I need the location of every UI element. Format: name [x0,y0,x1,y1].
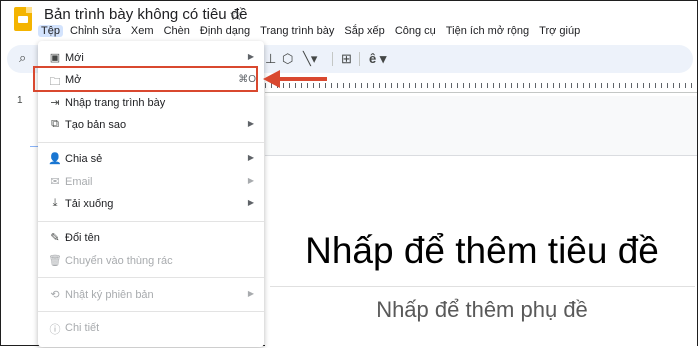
menu-view[interactable]: Xem [128,25,157,37]
menu-item-details[interactable]: ⓘ Chi tiết [38,318,264,338]
menu-edit[interactable]: Chỉnh sửa [67,25,124,37]
comment-icon[interactable]: ⊞ [341,51,352,67]
rename-icon: ✎ [50,232,60,244]
slide-subtitle-placeholder[interactable]: Nhấp để thêm phụ đề [267,297,697,323]
shape-icon[interactable]: ⬡ [282,51,293,67]
menu-file[interactable]: Tệp [38,25,63,37]
menu-item-new[interactable]: ▣ Mới ▶ [38,48,264,68]
ruler-baseline [265,92,697,93]
menu-item-make-copy[interactable]: ⧉ Tạo bản sao ▶ [38,115,264,135]
menu-insert[interactable]: Chèn [161,25,193,37]
slides-logo-icon[interactable] [14,7,32,31]
submenu-arrow-icon: ▶ [247,153,254,162]
menu-item-label: Chi tiết [65,322,100,334]
menu-item-label: Nhật ký phiên bản [65,289,154,301]
submenu-arrow-icon: ▶ [247,119,254,128]
menu-tools[interactable]: Công cụ [392,25,439,37]
menu-item-download[interactable]: ⤓ Tải xuống ▶ [38,194,264,214]
trash-icon: 🗑 [48,255,62,267]
menu-arrange[interactable]: Sắp xếp [341,25,387,37]
menu-format[interactable]: Định dạng [197,25,253,37]
menu-item-move-to-trash[interactable]: 🗑 Chuyển vào thùng rác [38,251,264,271]
line-icon[interactable]: ╲▾ [303,51,317,67]
search-icon[interactable]: ⌕ [19,50,26,66]
annotation-arrow-shaft [279,77,327,81]
menu-divider [38,277,264,278]
menu-item-label: Chia sẻ [65,153,103,165]
menubar: Tệp Chỉnh sửa Xem Chèn Định dạng Trang t… [38,25,584,41]
copy-icon: ⧉ [51,118,59,130]
menu-item-rename[interactable]: ✎ Đổi tên [38,228,264,248]
menu-item-share[interactable]: 👤 Chia sẻ ▶ [38,149,264,169]
menu-item-import-slides[interactable]: ⇥ Nhập trang trình bày [38,93,264,113]
menu-item-label: Nhập trang trình bày [65,97,166,109]
annotation-highlight-box [33,66,258,92]
menu-item-label: Email [65,176,93,188]
submenu-arrow-icon: ▶ [247,52,254,61]
history-icon: ⟲ [50,289,60,301]
menu-item-label: Đổi tên [65,232,100,244]
toolbar-divider [359,52,360,66]
menu-divider [38,142,264,143]
menu-divider [38,221,264,222]
slide-thumbnail-edge[interactable] [30,146,38,147]
slide-title-placeholder[interactable]: Nhấp để thêm tiêu đề [267,230,697,272]
email-icon: ✉ [50,176,60,188]
download-icon: ⤓ [52,197,58,209]
submenu-arrow-icon: ▶ [247,198,254,207]
horizontal-ruler[interactable] [265,78,697,92]
menu-item-version-history[interactable]: ⟲ Nhật ký phiên bản ▶ [38,285,264,305]
info-icon: ⓘ [49,324,61,336]
text-format-icon[interactable]: ê ▾ [369,51,386,67]
menu-extensions[interactable]: Tiện ích mở rộng [443,25,532,37]
new-icon: ▣ [49,52,61,64]
share-icon: 👤 [48,153,62,165]
import-icon: ⇥ [50,97,60,109]
toolbar-divider [332,52,333,66]
menu-item-label: Chuyển vào thùng rác [65,255,173,267]
menu-item-label: Mới [65,52,84,64]
menu-divider [38,311,264,312]
star-icon[interactable]: ☆ [229,5,243,25]
undo-icon[interactable]: ⊥ [265,51,276,67]
submenu-arrow-icon: ▶ [247,176,254,185]
menu-item-label: Tạo bản sao [65,119,127,131]
menu-slide[interactable]: Trang trình bày [257,25,337,37]
slide-number[interactable]: 1 [17,95,23,106]
submenu-arrow-icon: ▶ [247,289,254,298]
annotation-arrow-head-icon [263,70,280,88]
document-title[interactable]: Bản trình bày không có tiêu đề [44,6,247,23]
menu-item-label: Tải xuống [65,198,114,210]
subtitle-box-edge [270,286,695,287]
menu-help[interactable]: Trợ giúp [536,25,583,37]
menu-item-email[interactable]: ✉ Email ▶ [38,172,264,192]
